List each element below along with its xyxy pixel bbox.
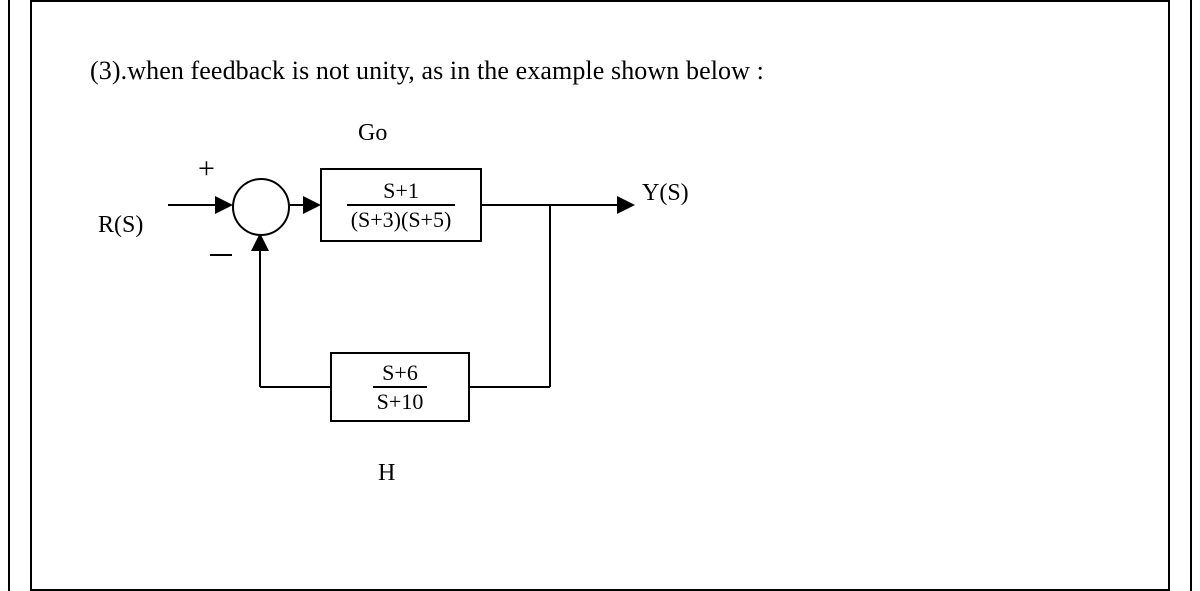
content-area: (3).when feedback is not unity, as in th… [90,56,1110,86]
summing-junction [232,178,290,236]
feedback-fraction: S+6 S+10 [373,361,428,413]
sum-minus-sign [210,254,232,256]
forward-transfer-block: S+1 (S+3)(S+5) [320,168,482,242]
feedback-numerator: S+6 [373,361,428,386]
block-diagram: Go H R(S) Y(S) + S+1 (S+3)(S+5) S+6 S+10 [90,150,990,530]
forward-fraction: S+1 (S+3)(S+5) [347,179,456,231]
sum-plus-sign: + [198,152,215,186]
forward-gain-label: Go [358,120,387,147]
feedback-denominator: S+10 [373,386,428,413]
input-label: R(S) [98,212,143,239]
forward-denominator: (S+3)(S+5) [347,204,456,231]
page: (3).when feedback is not unity, as in th… [0,0,1200,591]
feedback-gain-label: H [378,460,395,487]
problem-prompt: (3).when feedback is not unity, as in th… [90,56,1110,86]
forward-numerator: S+1 [347,179,456,204]
diagram-wires [90,150,990,530]
feedback-transfer-block: S+6 S+10 [330,352,470,422]
output-label: Y(S) [642,180,689,207]
